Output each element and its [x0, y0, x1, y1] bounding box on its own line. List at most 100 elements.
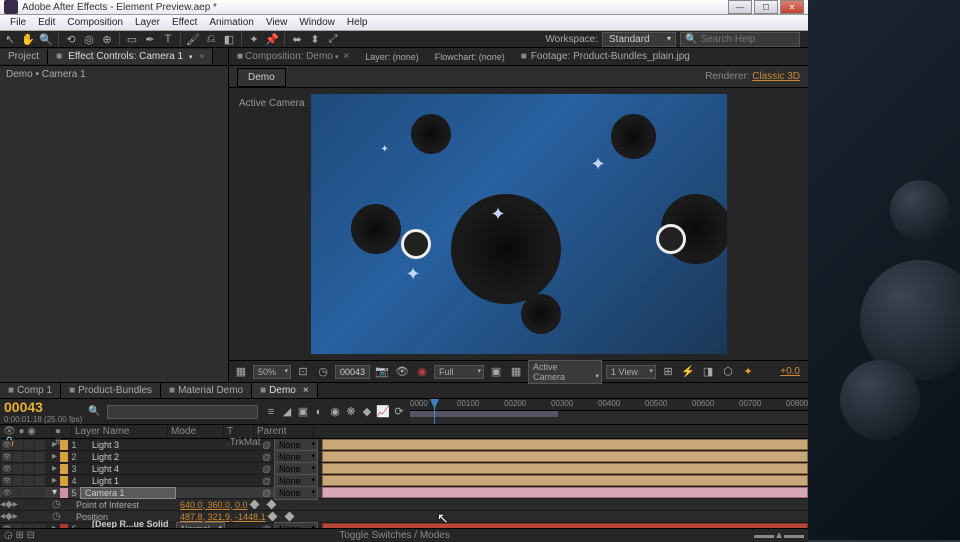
tab-footage[interactable]: ■Footage: Product-Bundles_plain.jpg: [513, 49, 698, 64]
brainstorm-icon[interactable]: ❋: [344, 405, 358, 419]
layer-name[interactable]: Light 3: [80, 440, 176, 450]
exposure-offset[interactable]: +0.0: [780, 366, 800, 377]
layer-row-selected[interactable]: 👁 ▾ 5 Camera 1 @None: [0, 487, 808, 499]
layer-row[interactable]: 👁 ▸ 1 Light 3 @None: [0, 439, 808, 451]
view-select[interactable]: 1 View: [606, 365, 656, 379]
menu-composition[interactable]: Composition: [61, 15, 129, 30]
zoom-select[interactable]: 50%: [253, 365, 291, 379]
tab-flowchart[interactable]: Flowchart: (none): [427, 50, 513, 64]
tab-layer[interactable]: Layer: (none): [357, 50, 427, 64]
current-frame[interactable]: 00043: [4, 399, 82, 415]
menu-view[interactable]: View: [260, 15, 294, 30]
pickwhip-icon[interactable]: @: [262, 476, 272, 486]
timeline-ruler-area[interactable]: 0000 00100 00200 00300 00400 00500 00600…: [410, 399, 808, 424]
frame-display[interactable]: 00043: [335, 365, 370, 379]
channel-icon[interactable]: ◉: [414, 364, 430, 380]
axis-local-icon[interactable]: ⬌: [289, 31, 305, 47]
frameblend-icon[interactable]: ◐: [312, 405, 326, 419]
layer-row[interactable]: 👁 ▸ 3 Light 4 @None: [0, 463, 808, 475]
property-value[interactable]: 487.8, 321.9, -1448.1: [180, 512, 266, 522]
menu-help[interactable]: Help: [341, 15, 374, 30]
camera-tool-icon[interactable]: ◎: [81, 31, 97, 47]
motionblur-icon[interactable]: ◉: [328, 405, 342, 419]
menu-animation[interactable]: Animation: [203, 15, 259, 30]
fast-preview-icon[interactable]: ⚡: [680, 364, 696, 380]
eraser-tool-icon[interactable]: ◧: [221, 31, 237, 47]
axis-view-icon[interactable]: ⤢: [325, 31, 341, 47]
pan-behind-tool-icon[interactable]: ⊕: [99, 31, 115, 47]
axis-world-icon[interactable]: ⬍: [307, 31, 323, 47]
pickwhip-icon[interactable]: @: [262, 488, 272, 498]
preview-viewport[interactable]: Active Camera ✦ ✦ ✦ ✦: [229, 88, 808, 360]
pixel-aspect-icon[interactable]: ⊞: [660, 364, 676, 380]
timeline-search[interactable]: [107, 405, 258, 419]
property-row[interactable]: ◂◆▸ ◷ Point of Interest 640.0, 360.0, 0.…: [0, 499, 808, 511]
background-render: [808, 0, 960, 540]
resolution-select[interactable]: Full: [434, 365, 484, 379]
rect-tool-icon[interactable]: ▭: [124, 31, 140, 47]
search-help[interactable]: 🔍: [680, 32, 800, 47]
comp-flow-icon[interactable]: ⬡: [720, 364, 736, 380]
comp-mini-icon[interactable]: ≡: [264, 405, 278, 419]
graph-icon[interactable]: 📈: [376, 405, 390, 419]
zoom-tool-icon[interactable]: 🔍: [38, 31, 54, 47]
tab-effect-controls[interactable]: ■Effect Controls: Camera 1▾×: [48, 49, 213, 64]
pickwhip-icon[interactable]: @: [262, 452, 272, 462]
puppet-tool-icon[interactable]: 📌: [264, 31, 280, 47]
renderer-link[interactable]: Classic 3D: [752, 71, 800, 82]
pickwhip-icon[interactable]: @: [262, 440, 272, 450]
menu-layer[interactable]: Layer: [129, 15, 166, 30]
show-snapshot-icon[interactable]: 👁: [394, 364, 410, 380]
menu-edit[interactable]: Edit: [32, 15, 61, 30]
panel-breadcrumb: Demo • Camera 1: [0, 66, 228, 83]
minimize-button[interactable]: —: [728, 0, 752, 14]
snapshot-icon[interactable]: 📷: [374, 364, 390, 380]
tab-composition[interactable]: ■ Composition: Demo ▾×: [229, 49, 357, 64]
maximize-button[interactable]: ☐: [754, 0, 778, 14]
search-icon: 🔍: [685, 34, 697, 45]
work-area-bar[interactable]: [410, 411, 558, 417]
time-icon[interactable]: ◷: [315, 364, 331, 380]
layer-name-selected[interactable]: Camera 1: [80, 487, 176, 499]
livupdate-icon[interactable]: ⟳: [392, 405, 406, 419]
roto-tool-icon[interactable]: ✦: [246, 31, 262, 47]
search-input[interactable]: [700, 34, 795, 45]
menu-window[interactable]: Window: [293, 15, 341, 30]
pen-tool-icon[interactable]: ✒: [142, 31, 158, 47]
timeline-icon[interactable]: ◨: [700, 364, 716, 380]
tab-project[interactable]: Project: [0, 49, 48, 64]
zoom-slider[interactable]: ▬▬▲▬▬: [754, 530, 804, 541]
hand-tool-icon[interactable]: ✋: [20, 31, 36, 47]
playhead[interactable]: [434, 399, 435, 424]
reset-exposure-icon[interactable]: ✦: [740, 364, 756, 380]
layer-row[interactable]: 👁 ▸ 4 Light 1 @None: [0, 475, 808, 487]
brush-tool-icon[interactable]: 🖌: [185, 31, 201, 47]
text-tool-icon[interactable]: T: [160, 31, 176, 47]
timeline-tab-demo[interactable]: ■Demo×: [252, 383, 318, 398]
timeline-tab-material[interactable]: ■Material Demo: [161, 383, 252, 398]
pickwhip-icon[interactable]: @: [262, 464, 272, 474]
grid-icon[interactable]: ▦: [233, 364, 249, 380]
menubar: File Edit Composition Layer Effect Anima…: [0, 15, 808, 31]
rotate-tool-icon[interactable]: ⟲: [63, 31, 79, 47]
draft3d-icon[interactable]: ▣: [296, 405, 310, 419]
layer-row[interactable]: 👁 ▸ 2 Light 2 @None: [0, 451, 808, 463]
camera-select[interactable]: Active Camera: [528, 360, 602, 384]
toggle-switches-button[interactable]: Toggle Switches / Modes: [339, 530, 450, 541]
menu-effect[interactable]: Effect: [166, 15, 203, 30]
property-value[interactable]: 640.0, 360.0, 0.0: [180, 500, 248, 510]
shy-icon[interactable]: ◢: [280, 405, 294, 419]
roi-icon[interactable]: ▣: [488, 364, 504, 380]
selection-tool-icon[interactable]: ↖: [2, 31, 18, 47]
rect-icon[interactable]: ⊡: [295, 364, 311, 380]
clone-tool-icon[interactable]: ⎌: [203, 31, 219, 47]
timeline-tab-product[interactable]: ■Product-Bundles: [61, 383, 161, 398]
comp-name-tab[interactable]: Demo: [237, 68, 286, 87]
workspace-select[interactable]: Standard: [602, 32, 676, 47]
autokeyframe-icon[interactable]: ◆: [360, 405, 374, 419]
expand-icon[interactable]: ◶ ⊞ ⊟: [4, 530, 35, 541]
transparency-icon[interactable]: ▦: [508, 364, 524, 380]
close-button[interactable]: ✕: [780, 0, 804, 14]
timeline-tab-comp1[interactable]: ■Comp 1: [0, 383, 61, 398]
menu-file[interactable]: File: [4, 15, 32, 30]
